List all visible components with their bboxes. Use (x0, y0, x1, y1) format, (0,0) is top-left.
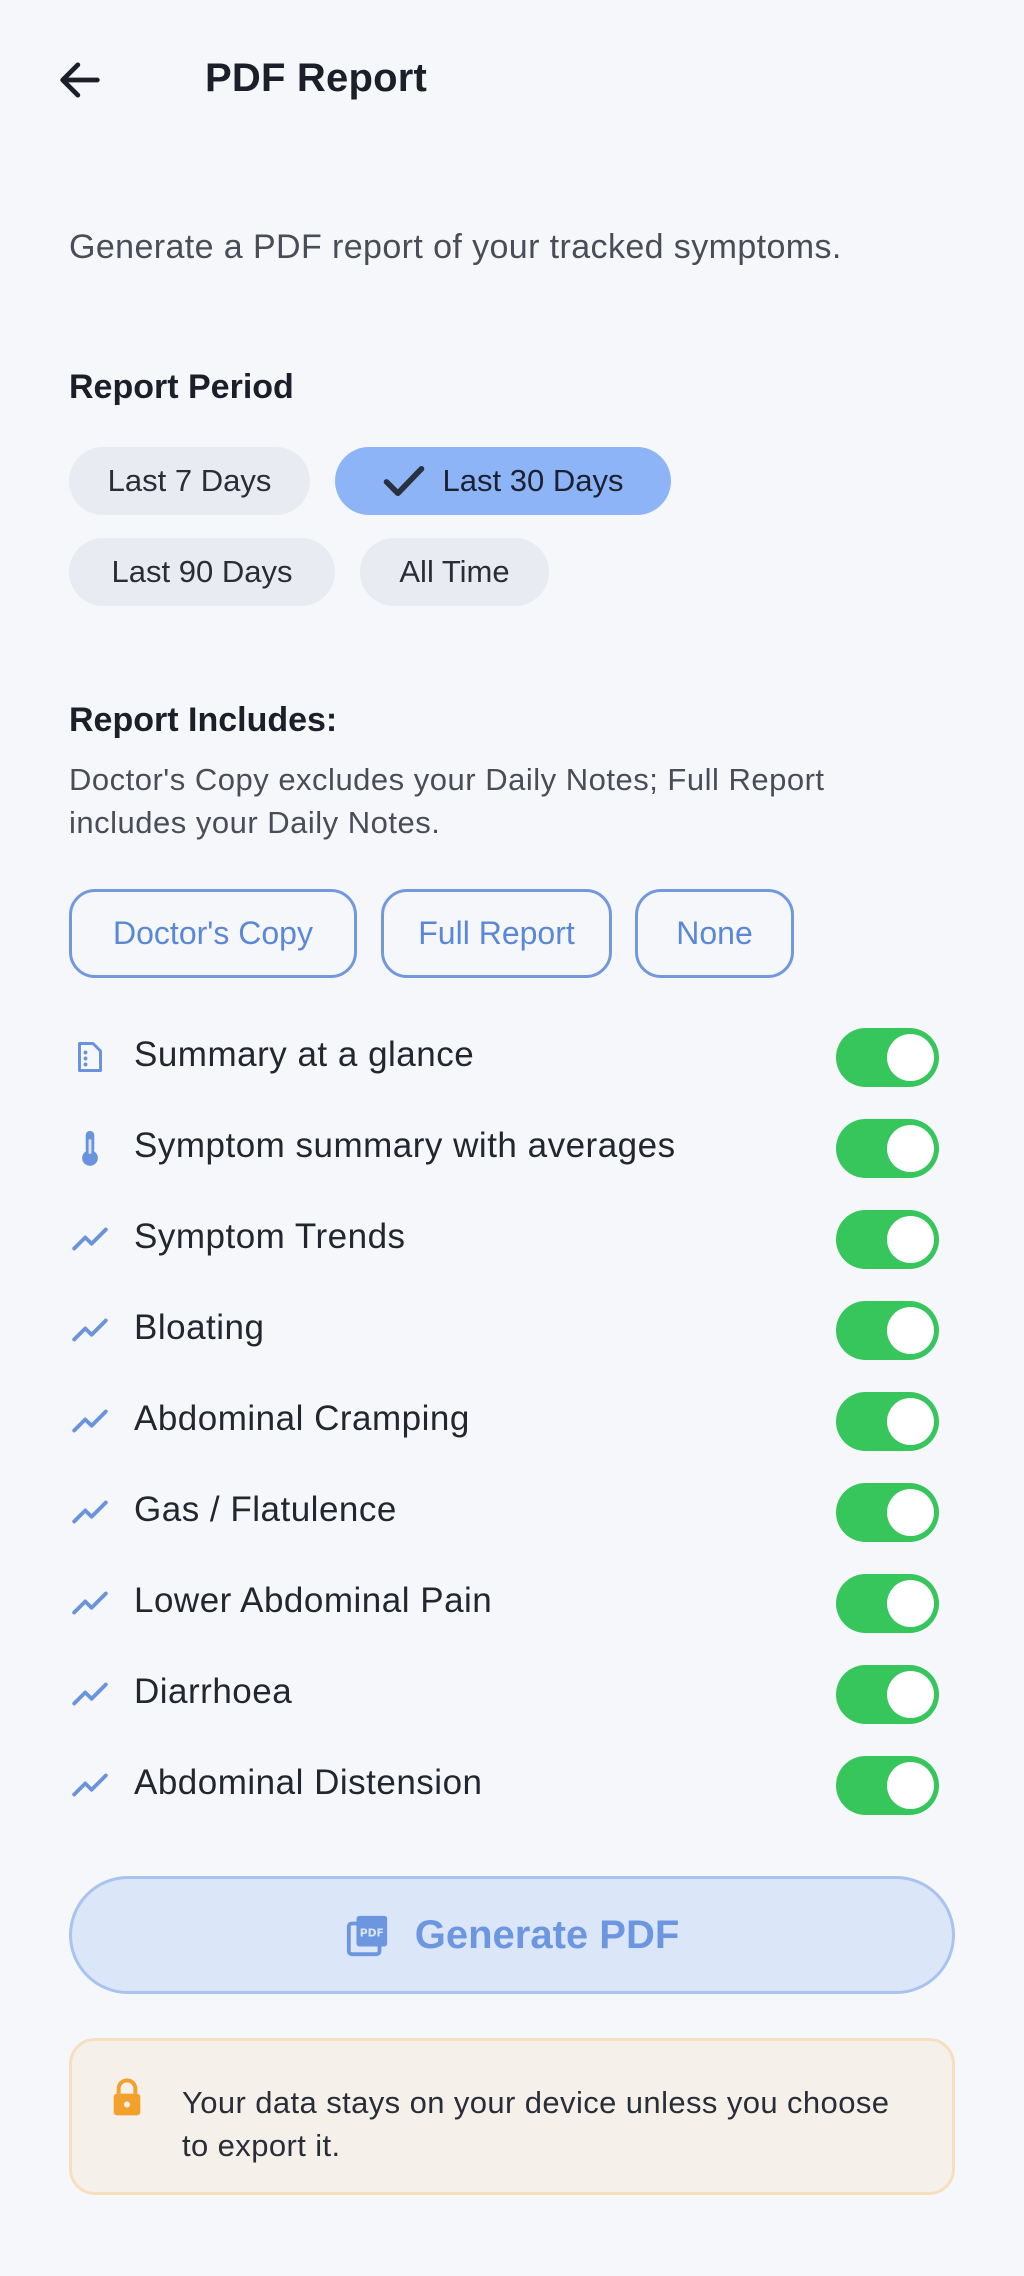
doctors-copy-button[interactable]: Doctor's Copy (69, 889, 357, 978)
app-header: PDF Report (0, 0, 1024, 160)
include-row-abdominal-distension: Abdominal Distension (0, 1740, 1024, 1831)
includes-description: Doctor's Copy excludes your Daily Notes;… (69, 762, 825, 840)
check-icon (383, 463, 425, 499)
row-label: Abdominal Distension (134, 1763, 483, 1802)
intro-text: Generate a PDF report of your tracked sy… (69, 228, 842, 266)
period-chip-last-7-days[interactable]: Last 7 Days (69, 447, 310, 515)
period-chip-last-30-days[interactable]: Last 30 Days (335, 447, 671, 515)
row-label: Symptom summary with averages (134, 1126, 676, 1165)
include-row-abdominal-cramping: Abdominal Cramping (0, 1376, 1024, 1467)
privacy-notice: Your data stays on your device unless yo… (69, 2038, 955, 2195)
row-label: Diarrhoea (134, 1672, 293, 1711)
bloating-toggle[interactable] (836, 1301, 939, 1360)
preset-label: Doctor's Copy (113, 915, 313, 951)
include-row-lower-abdominal-pain: Lower Abdominal Pain (0, 1558, 1024, 1649)
trend-icon (69, 1764, 111, 1806)
page-title: PDF Report (205, 56, 427, 100)
preset-label: None (676, 915, 753, 951)
include-row-summary-at-a-glance: Summary at a glance (0, 1012, 1024, 1103)
pdf-report-screen: PDF Report Generate a PDF report of your… (0, 0, 1024, 2276)
chip-label: Last 30 Days (442, 463, 624, 498)
row-label: Lower Abdominal Pain (134, 1581, 493, 1620)
report-includes-title: Report Includes: (69, 701, 338, 739)
report-period-title: Report Period (69, 368, 294, 406)
gas-flatulence-toggle[interactable] (836, 1483, 939, 1542)
symptom-trends-toggle[interactable] (836, 1210, 939, 1269)
lower-abdominal-pain-toggle[interactable] (836, 1574, 939, 1633)
include-row-symptom-trends: Symptom Trends (0, 1194, 1024, 1285)
summary-at-a-glance-toggle[interactable] (836, 1028, 939, 1087)
trend-icon (69, 1491, 111, 1533)
include-row-gas-flatulence: Gas / Flatulence (0, 1467, 1024, 1558)
back-button[interactable] (44, 44, 116, 116)
arrow-left-icon (60, 62, 100, 98)
chip-label: Last 7 Days (107, 463, 272, 498)
generate-pdf-label: Generate PDF (414, 1912, 680, 1957)
trend-icon (69, 1673, 111, 1715)
trend-icon (69, 1400, 111, 1442)
period-chip-all-time[interactable]: All Time (360, 538, 549, 606)
row-label: Symptom Trends (134, 1217, 406, 1256)
row-label: Gas / Flatulence (134, 1490, 397, 1529)
trend-icon (69, 1309, 111, 1351)
privacy-notice-text: Your data stays on your device unless yo… (182, 2085, 890, 2163)
thermometer-icon (69, 1127, 111, 1169)
lock-icon (113, 2078, 141, 2116)
chip-label: Last 90 Days (111, 554, 293, 589)
include-row-bloating: Bloating (0, 1285, 1024, 1376)
generate-pdf-button[interactable]: PDF Generate PDF (69, 1876, 955, 1994)
preset-label: Full Report (418, 915, 575, 951)
chip-label: All Time (399, 554, 510, 589)
row-label: Abdominal Cramping (134, 1399, 470, 1438)
summary-icon (69, 1036, 111, 1078)
diarrhoea-toggle[interactable] (836, 1665, 939, 1724)
none-button[interactable]: None (635, 889, 794, 978)
period-chip-last-90-days[interactable]: Last 90 Days (69, 538, 335, 606)
symptom-summary-toggle[interactable] (836, 1119, 939, 1178)
pdf-icon: PDF (346, 1915, 387, 1957)
svg-text:PDF: PDF (360, 1927, 384, 1940)
full-report-button[interactable]: Full Report (381, 889, 612, 978)
trend-icon (69, 1218, 111, 1260)
abdominal-cramping-toggle[interactable] (836, 1392, 939, 1451)
row-label: Summary at a glance (134, 1035, 475, 1074)
include-row-symptom-summary: Symptom summary with averages (0, 1103, 1024, 1194)
include-row-diarrhoea: Diarrhoea (0, 1649, 1024, 1740)
trend-icon (69, 1582, 111, 1624)
row-label: Bloating (134, 1308, 265, 1347)
abdominal-distension-toggle[interactable] (836, 1756, 939, 1815)
